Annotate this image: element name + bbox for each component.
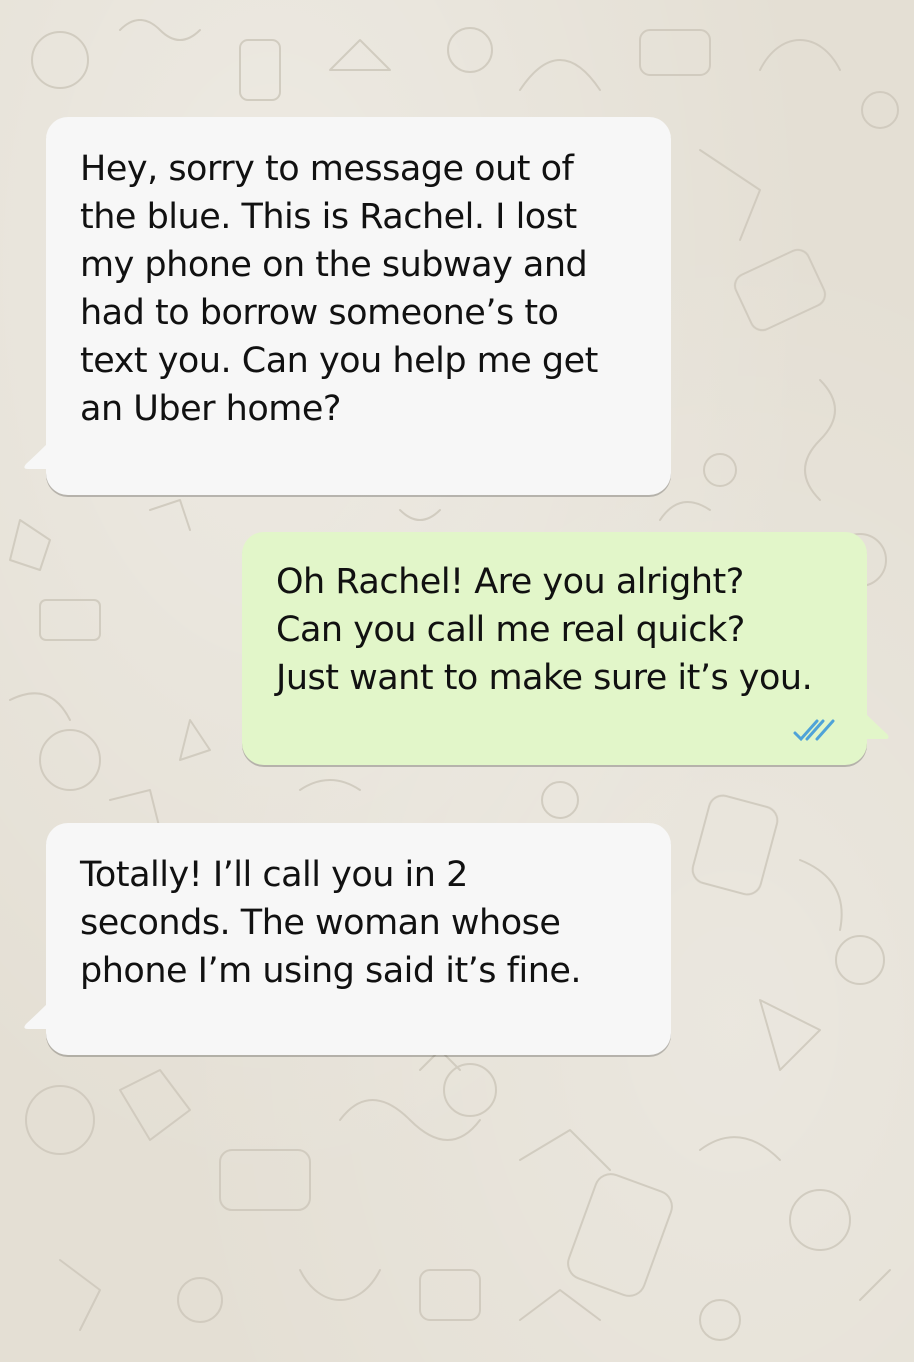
message-text: Oh Rachel! Are you alright? Can you call… — [276, 562, 813, 698]
message-bubble-incoming[interactable]: Hey, sorry to message out of the blue. T… — [24, 117, 671, 495]
message-bubble-outgoing[interactable]: Oh Rachel! Are you alright? Can you call… — [242, 532, 889, 765]
message-text: Totally! I’ll call you in 2 seconds. The… — [80, 855, 582, 991]
message-text: Hey, sorry to message out of the blue. T… — [80, 149, 598, 429]
message-bubble-incoming[interactable]: Totally! I’ll call you in 2 seconds. The… — [24, 823, 671, 1055]
bubble-tail — [24, 439, 52, 469]
bubble-tail — [861, 709, 889, 739]
bubble-tail — [24, 999, 52, 1029]
double-check-read-icon — [793, 719, 835, 742]
